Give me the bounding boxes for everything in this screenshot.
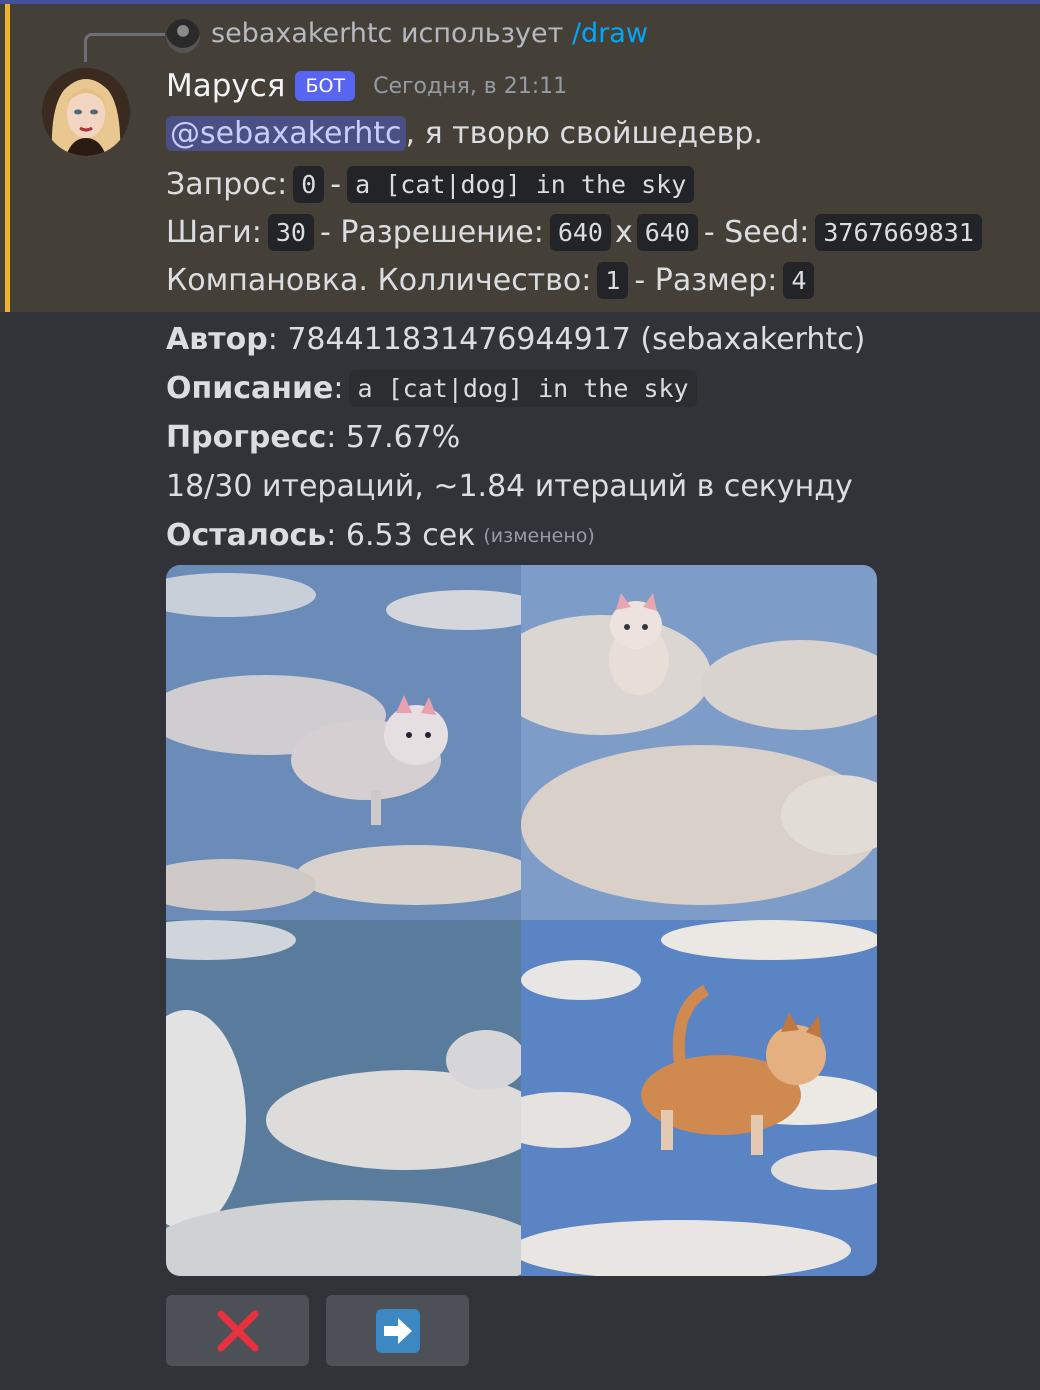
request-label: Запрос: [166,167,288,202]
steps-value: 30 [267,214,314,251]
seed-value: 3767669831 [815,214,982,251]
reply-connector [84,33,165,62]
steps-label: Шаги: [166,215,262,250]
cancel-button[interactable] [166,1295,309,1366]
description-label: Описание [166,371,334,406]
image-tile-1[interactable] [166,565,521,920]
resolution-label: - Разрешение: [319,215,544,250]
size-value: 4 [783,262,815,299]
request-index: 0 [293,166,325,203]
progress-line: Прогресс : 57.67% [166,420,460,455]
resolution-height: 640 [636,214,698,251]
red-x-icon [217,1310,258,1351]
reply-action: использует [400,18,564,49]
right-arrow-icon [375,1308,420,1353]
remaining-value: : 6.53 сек [326,518,476,553]
size-label: - Размер: [634,263,778,298]
reply-command[interactable]: /draw [572,18,648,49]
message-timestamp[interactable]: Сегодня, в 21:11 [373,74,567,99]
image-tile-2[interactable] [521,565,877,920]
progress-label: Прогресс [166,420,327,455]
progress-value: : 57.67% [326,420,461,455]
resolution-width: 640 [549,214,611,251]
request-separator: - [330,167,342,202]
intro-text: , я творю свойшедевр. [405,116,763,151]
bot-username[interactable]: Маруся [166,68,285,104]
reply-username[interactable]: sebaxakerhtc [211,18,392,49]
image-tile-3[interactable] [166,920,521,1276]
bot-tag: БОТ [295,71,356,101]
description-value: a [cat|dog] in the sky [349,370,697,407]
layout-line: Компановка. Колличество: 1 - Размер: 4 [166,262,820,299]
author-line: Автор : 784411831476944917 (sebaxakerhtc… [166,322,865,357]
author-label: Автор [166,322,268,357]
reply-user-avatar[interactable] [166,19,200,53]
message-header: Маруся БОТ Сегодня, в 21:11 [166,68,567,104]
edited-marker[interactable]: (изменено) [483,525,594,547]
request-prompt: a [cat|dog] in the sky [347,166,695,203]
image-tile-4[interactable] [521,920,877,1276]
reply-context[interactable]: sebaxakerhtc использует /draw [211,18,648,49]
generated-image-grid[interactable] [166,565,877,1276]
remaining-line: Осталось : 6.53 сек (изменено) [166,518,595,553]
count-value: 1 [597,262,629,299]
user-mention[interactable]: @sebaxakerhtc [166,116,406,151]
request-line: Запрос: 0 - a [cat|dog] in the sky [166,166,700,203]
resolution-x: x [614,215,633,250]
author-value: : 784411831476944917 (sebaxakerhtc) [267,322,866,357]
params-line: Шаги: 30 - Разрешение: 640 x 640 - Seed:… [166,214,988,251]
layout-label: Компановка. Колличество: [166,263,592,298]
description-colon: : [333,371,344,406]
bot-avatar[interactable] [42,68,130,156]
iterations-text: 18/30 итераций, ~1.84 итераций в секунду [166,469,853,504]
remaining-label: Осталось [166,518,327,553]
seed-label: - Seed: [703,215,810,250]
description-line: Описание : a [cat|dog] in the sky [166,370,703,407]
iterations-line: 18/30 итераций, ~1.84 итераций в секунду [166,469,853,504]
intro-line: @sebaxakerhtc , я творю свойшедевр. [166,116,763,151]
mention-highlight-bar [5,4,10,312]
next-button[interactable] [326,1295,469,1366]
